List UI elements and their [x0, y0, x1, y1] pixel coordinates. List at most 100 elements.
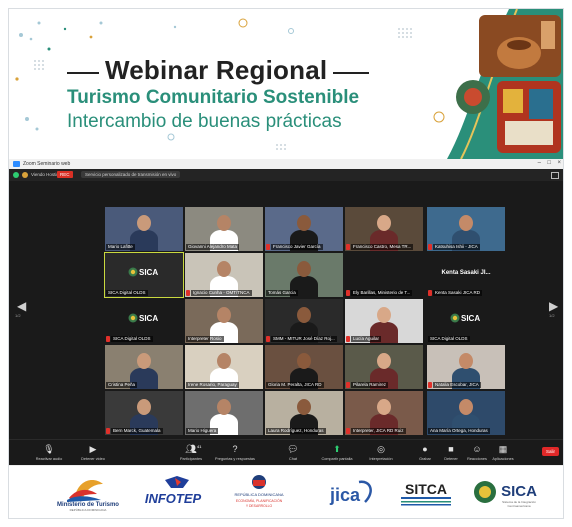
- control-chat[interactable]: 💬︎ Chat: [271, 444, 315, 461]
- chat-icon: 💬︎: [287, 444, 299, 454]
- participant-tile[interactable]: Mario Higuera: [185, 391, 263, 435]
- muted-mic-icon: [428, 382, 432, 388]
- sica-tile-logo-text: SICA: [139, 268, 158, 277]
- control-people[interactable]: 👥︎ 41 Participantes: [169, 444, 213, 461]
- control-microphone[interactable]: 🎙︎ Reactivar audio: [27, 444, 71, 461]
- svg-text:Centroamericana: Centroamericana: [507, 504, 530, 508]
- connection-icon[interactable]: [22, 172, 28, 178]
- participant-tile[interactable]: Ely Barillas, Ministerio de T...: [345, 253, 423, 297]
- participant-name: Francisco Castro, Mesa TR...: [351, 244, 414, 250]
- participant-name: Mario Lafitte: [106, 244, 135, 250]
- participant-tile[interactable]: SMM - MITUR José Díaz Roj...: [265, 299, 343, 343]
- sitca-logo: SITCA: [401, 481, 451, 506]
- participant-tile[interactable]: Irene Rosario, Paraguay: [185, 345, 263, 389]
- participant-tile[interactable]: Katsuhisa Ishii - JICA: [427, 207, 505, 251]
- participant-name: Bern Marck, Guatemala: [111, 428, 163, 434]
- control-globe[interactable]: ◎ Interpretación: [359, 444, 403, 461]
- svg-text:INFOTEP: INFOTEP: [145, 491, 202, 506]
- banner-title: Webinar Regional: [105, 55, 328, 85]
- muted-mic-icon: [346, 290, 350, 296]
- maximize-icon[interactable]: □: [547, 160, 551, 166]
- sica-logo: SICA Sistema de la Integración Centroame…: [474, 481, 537, 508]
- participant-name: Mario Higuera: [186, 428, 219, 434]
- participant-tile[interactable]: Lucía Aguilar: [345, 299, 423, 343]
- control-camera[interactable]: ▶ Detener video: [71, 444, 115, 461]
- control-label: Compartir pantalla: [321, 457, 353, 461]
- banner-tagline: Intercambio de buenas prácticas: [67, 111, 342, 132]
- gallery-view-icon[interactable]: [551, 172, 559, 179]
- control-label: Aplicaciones: [492, 457, 514, 461]
- page-indicator-right: 1/2: [549, 313, 555, 318]
- muted-mic-icon: [186, 290, 190, 296]
- next-page-arrow-icon[interactable]: ▶: [549, 299, 558, 313]
- participant-name: Ana María Ortega, Honduras: [428, 428, 490, 434]
- participant-tile[interactable]: SICA SICA Digital OLDS: [105, 299, 183, 343]
- participant-name: Interpreter Rosio: [186, 336, 224, 342]
- control-apps[interactable]: ▦ Aplicaciones: [481, 444, 525, 461]
- people-icon: 👥︎: [185, 444, 197, 454]
- svg-text:REPÚBLICA DOMINICANA: REPÚBLICA DOMINICANA: [70, 507, 107, 512]
- muted-mic-icon: [106, 428, 110, 434]
- meeting-toolstrip: Viendo Hosting REC Servicio personalizad…: [9, 169, 563, 181]
- participant-name: SMM - MITUR José Díaz Roj...: [271, 336, 337, 342]
- participant-name: Irene Rosario, Paraguay: [186, 382, 239, 388]
- camera-icon: ▶: [89, 444, 97, 454]
- participant-tile[interactable]: Tomás Garcia: [265, 253, 343, 297]
- participant-tile[interactable]: Mario Lafitte: [105, 207, 183, 251]
- participant-name: SICA Digital OLDS: [106, 290, 148, 296]
- participant-tile[interactable]: Laura Rodríguez, Honduras: [265, 391, 343, 435]
- participant-tile[interactable]: Pilarela Ramirez: [345, 345, 423, 389]
- slide-frame: Webinar Regional Turismo Comunitario Sos…: [8, 8, 564, 519]
- muted-mic-icon: [266, 336, 270, 342]
- participant-name: Natalia Escobar, JICA: [433, 382, 481, 388]
- sica-tile-logo: SICA: [128, 313, 158, 323]
- participant-name: Ignacio Cunha - OMT/TNCA: [191, 290, 252, 296]
- participant-name: Katsuhisa Ishii - JICA: [433, 244, 480, 250]
- view-chip[interactable]: Servicio personalizado de transmisión en…: [81, 171, 181, 178]
- jica-logo: jica: [329, 480, 372, 505]
- svg-text:SICA: SICA: [501, 483, 537, 500]
- participant-tile[interactable]: Bern Marck, Guatemala: [105, 391, 183, 435]
- control-label: Detener video: [81, 457, 105, 461]
- infotep-logo: INFOTEP: [145, 476, 202, 506]
- participant-name: Laura Rodríguez, Honduras: [266, 428, 326, 434]
- sica-tile-logo-text: SICA: [139, 314, 158, 323]
- craft-photo: [456, 80, 490, 114]
- participant-tile[interactable]: Francisco Javier García: [265, 207, 343, 251]
- control-share-screen[interactable]: ⬆ Compartir pantalla: [315, 444, 359, 461]
- leave-button[interactable]: Salir: [541, 447, 559, 456]
- previous-page-arrow-icon[interactable]: ◀: [17, 299, 26, 313]
- participant-tile[interactable]: SICA SICA Digital OLDS: [104, 252, 184, 298]
- share-screen-icon: ⬆: [333, 444, 341, 454]
- sica-tile-logo-text: SICA: [461, 314, 480, 323]
- participant-tile[interactable]: Ignacio Cunha - OMT/TNCA: [185, 253, 263, 297]
- participant-name: Kenta Sasaki JICA RD: [433, 290, 483, 296]
- participant-tile[interactable]: Ana María Ortega, Honduras: [427, 391, 505, 435]
- participant-tile[interactable]: Natalia Escobar, JICA: [427, 345, 505, 389]
- participant-tile[interactable]: Francisco Castro, Mesa TR...: [345, 207, 423, 251]
- participant-tile[interactable]: Cristina Peña: [105, 345, 183, 389]
- participant-tile[interactable]: Giovanni Alejandro Mata: [185, 207, 263, 251]
- participant-tile[interactable]: Interpreter Rosio: [185, 299, 263, 343]
- footer-accent-band: [9, 518, 564, 519]
- minimize-icon[interactable]: –: [538, 160, 541, 166]
- zoom-app-icon: [13, 161, 20, 167]
- control-question[interactable]: ? Preguntas y respuestas: [213, 444, 257, 461]
- encryption-shield-icon[interactable]: [13, 172, 19, 178]
- participant-name: Tomás Garcia: [266, 290, 298, 296]
- participant-name: Cristina Peña: [106, 382, 138, 388]
- pottery-photo: [479, 15, 561, 77]
- participant-tile[interactable]: SICA SICA Digital OLDS: [427, 299, 505, 343]
- participant-tile[interactable]: Interpreter, JICA RD Ruiz: [345, 391, 423, 435]
- participant-count: 41: [197, 444, 202, 449]
- svg-text:SITCA: SITCA: [405, 481, 447, 497]
- close-icon[interactable]: ×: [557, 160, 561, 166]
- title-rule-left: [67, 72, 99, 74]
- svg-text:Y DESARROLLO: Y DESARROLLO: [246, 504, 273, 508]
- participant-tile[interactable]: Gloria M. Peralta, JICA RD: [265, 345, 343, 389]
- participant-name: Interpreter, JICA RD Ruiz: [351, 428, 406, 434]
- market-photo: [497, 81, 561, 153]
- video-gallery: Mario Lafitte Giovanni Alejandro Mata Fran…: [9, 181, 563, 435]
- participant-tile[interactable]: Kenta Sasaki JI... Kenta Sasaki JICA RD: [427, 253, 505, 297]
- muted-mic-icon: [428, 290, 432, 296]
